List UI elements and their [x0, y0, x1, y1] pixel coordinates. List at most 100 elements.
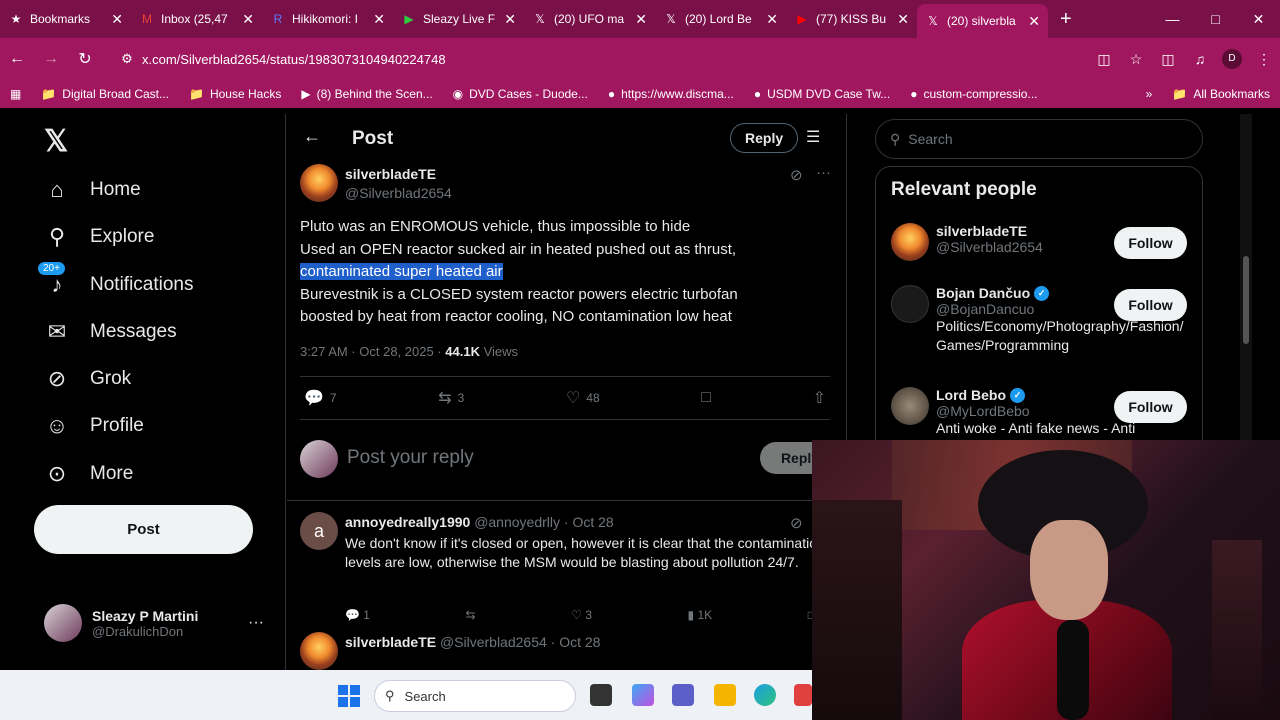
browser-tab[interactable]: 𝕏 (20) Lord Be ✕: [655, 4, 786, 34]
webcam-lamp: [1212, 540, 1262, 720]
browser-tab[interactable]: 𝕏 (20) UFO ma ✕: [524, 4, 655, 34]
split-view-icon[interactable]: ◫: [1152, 51, 1184, 68]
omnibox[interactable]: ⚙ x.com/Silverblad2654/status/1983073104…: [112, 43, 1092, 75]
close-tab-icon[interactable]: ✕: [504, 11, 516, 28]
post-meta: 3:27 AM · Oct 28, 2025 · 44.1K Views: [300, 344, 518, 359]
forward-nav-button[interactable]: →: [34, 50, 68, 68]
commenter-handle[interactable]: @Silverblad2654 · Oct 28: [440, 634, 601, 650]
close-tab-icon[interactable]: ✕: [897, 11, 909, 28]
overflow-chevron-icon[interactable]: »: [1136, 87, 1163, 101]
follow-button[interactable]: Follow: [1114, 227, 1187, 259]
close-tab-icon[interactable]: ✕: [1028, 13, 1040, 30]
post-button[interactable]: Post: [34, 505, 253, 554]
comment-views-action[interactable]: ▮ 1K: [688, 608, 713, 622]
taskbar-search[interactable]: ⚲ Search: [374, 680, 576, 712]
nav-item-messages[interactable]: ✉ Messages: [44, 319, 177, 345]
bookmark-label: custom-compressio...: [923, 87, 1038, 101]
browser-tab[interactable]: ▶ (77) KISS Bu ✕: [786, 4, 917, 34]
site-icon: ●: [753, 87, 762, 101]
commenter-name[interactable]: silverbladeTE: [345, 634, 436, 650]
windows-start-icon[interactable]: [338, 685, 360, 707]
reload-button[interactable]: ↻: [68, 49, 102, 69]
bookmark-item[interactable]: ● custom-compressio...: [900, 87, 1047, 101]
grok-icon[interactable]: ⊘: [790, 514, 803, 532]
filter-sliders-icon[interactable]: ☰: [806, 127, 820, 147]
post-timestamp[interactable]: 3:27 AM · Oct 28, 2025 ·: [300, 344, 442, 359]
bookmark-item[interactable]: ▶ (8) Behind the Scen...: [291, 87, 442, 101]
comment-header: annoyedreally1990 @annoyedrlly · Oct 28: [345, 514, 614, 530]
share-action[interactable]: ⇧: [813, 388, 826, 408]
x-logo-icon[interactable]: 𝕏: [44, 124, 68, 159]
comment-reply-action[interactable]: 💬 1: [345, 608, 370, 622]
author-name[interactable]: silverbladeTE: [345, 166, 436, 182]
bookmark-label: https://www.discma...: [621, 87, 734, 101]
edge-icon[interactable]: [754, 684, 776, 706]
task-view-icon[interactable]: [590, 684, 612, 706]
account-switcher[interactable]: Sleazy P Martini @DrakulichDon: [44, 604, 198, 642]
account-more-icon[interactable]: ···: [248, 614, 264, 632]
bookmark-action[interactable]: □: [701, 389, 711, 407]
copilot-icon[interactable]: [632, 684, 654, 706]
commenter-avatar[interactable]: [300, 632, 338, 670]
bookmark-item[interactable]: ● https://www.discma...: [598, 87, 744, 101]
bookmark-item[interactable]: 📁 Digital Broad Cast...: [31, 87, 179, 101]
nav-item-more[interactable]: ⊙ More: [44, 461, 134, 487]
nav-item-grok[interactable]: ⊘ Grok: [44, 366, 131, 392]
scrollbar-thumb[interactable]: [1243, 256, 1249, 344]
reply-sort-button[interactable]: Reply: [730, 123, 799, 153]
bookmark-star-icon[interactable]: ☆: [1120, 51, 1152, 68]
site-icon: ●: [607, 87, 616, 101]
toolbar-right: ◫ ☆ ◫ ♫ D ⋮: [1088, 38, 1280, 80]
bookmark-item[interactable]: 📁 House Hacks: [179, 87, 291, 101]
new-tab-button[interactable]: +: [1060, 8, 1072, 31]
reply-action[interactable]: 💬 7: [304, 388, 337, 408]
profile-avatar[interactable]: D: [1222, 49, 1242, 69]
nav-item-explore[interactable]: ⚲ Explore: [44, 224, 154, 250]
browser-tab[interactable]: ▶ Sleazy Live F ✕: [393, 4, 524, 34]
follow-button[interactable]: Follow: [1114, 289, 1187, 321]
author-handle[interactable]: @Silverblad2654: [345, 185, 452, 201]
close-tab-icon[interactable]: ✕: [242, 11, 254, 28]
follow-button[interactable]: Follow: [1114, 391, 1187, 423]
browser-icon[interactable]: [794, 684, 812, 706]
file-explorer-icon[interactable]: [714, 684, 736, 706]
like-action[interactable]: ♡ 48: [566, 388, 600, 408]
search-input[interactable]: ⚲ Search: [875, 119, 1203, 159]
install-app-icon[interactable]: ◫: [1088, 51, 1120, 68]
author-avatar[interactable]: [300, 164, 338, 202]
bookmark-item[interactable]: ● USDM DVD Case Tw...: [744, 87, 900, 101]
close-window-button[interactable]: ✕: [1237, 11, 1280, 28]
reply-input[interactable]: Post your reply: [347, 447, 474, 469]
commenter-handle[interactable]: @annoyedrlly · Oct 28: [474, 514, 614, 530]
apps-grid-icon[interactable]: ▦: [0, 87, 31, 101]
maximize-button[interactable]: □: [1194, 11, 1237, 27]
nav-item-home[interactable]: ⌂ Home: [44, 177, 140, 203]
all-bookmarks-button[interactable]: 📁 All Bookmarks: [1162, 87, 1280, 101]
commenter-avatar[interactable]: a: [300, 512, 338, 550]
browser-tab[interactable]: M Inbox (25,47 ✕: [131, 4, 262, 34]
close-tab-icon[interactable]: ✕: [766, 11, 778, 28]
close-tab-icon[interactable]: ✕: [373, 11, 385, 28]
teams-icon[interactable]: [672, 684, 694, 706]
back-arrow-icon[interactable]: ←: [303, 126, 321, 147]
browser-tab[interactable]: R Hikikomori: I ✕: [262, 4, 393, 34]
browser-tab[interactable]: 𝕏 (20) silverbla ✕: [917, 4, 1048, 38]
browser-menu-icon[interactable]: ⋮: [1248, 51, 1280, 68]
site-settings-icon[interactable]: ⚙: [112, 51, 142, 67]
nav-item-notifications[interactable]: ♪ 20+ Notifications: [38, 262, 194, 298]
back-nav-button[interactable]: ←: [0, 50, 34, 68]
comment-like-action[interactable]: ♡ 3: [571, 608, 592, 622]
commenter-name[interactable]: annoyedreally1990: [345, 514, 470, 530]
grok-icon[interactable]: ⊘: [790, 166, 803, 184]
comment-repost-action[interactable]: ⇆: [466, 608, 476, 622]
repost-action[interactable]: ⇆ 3: [438, 388, 464, 408]
close-tab-icon[interactable]: ✕: [635, 11, 647, 28]
account-name: Sleazy P Martini: [92, 607, 199, 624]
close-tab-icon[interactable]: ✕: [111, 11, 123, 28]
bookmark-item[interactable]: ◉ DVD Cases - Duode...: [443, 87, 598, 101]
media-controls-icon[interactable]: ♫: [1184, 51, 1216, 67]
post-more-icon[interactable]: ···: [816, 164, 831, 181]
minimize-button[interactable]: —: [1151, 11, 1194, 27]
nav-item-profile[interactable]: ☺ Profile: [44, 413, 144, 439]
browser-tab[interactable]: ★ Bookmarks ✕: [0, 4, 131, 34]
